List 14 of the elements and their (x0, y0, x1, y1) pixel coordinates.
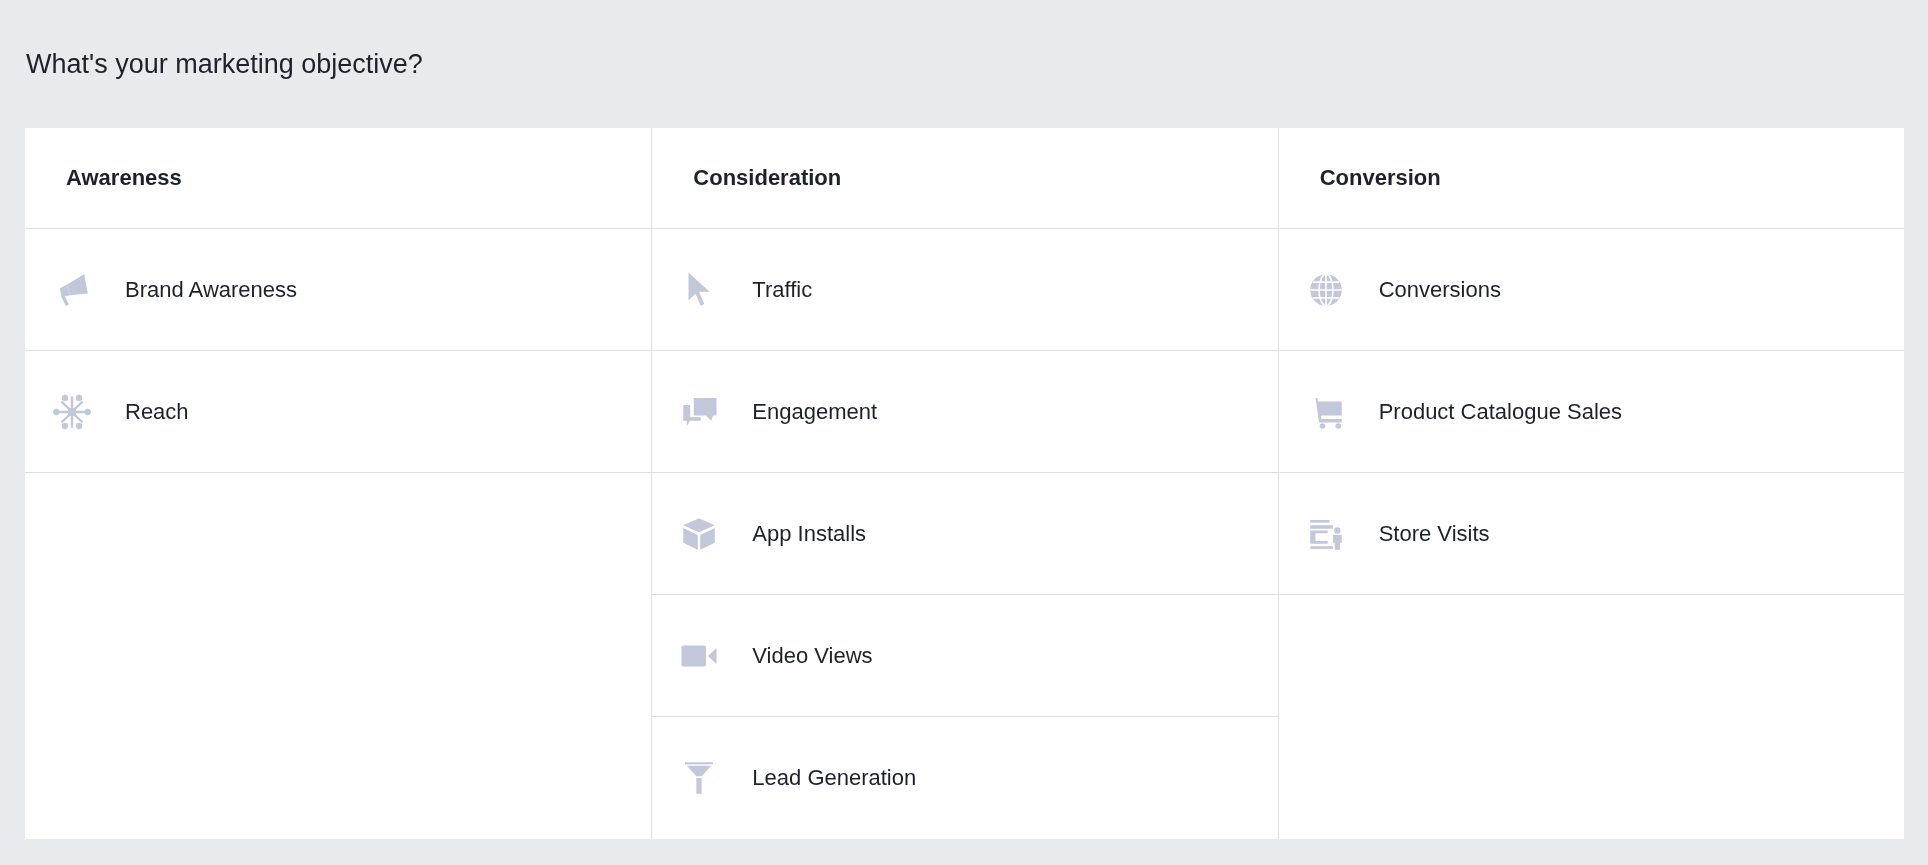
objective-option[interactable]: Engagement (652, 351, 1278, 473)
objective-option[interactable]: Brand Awareness (25, 229, 652, 351)
objective-option[interactable]: Reach (25, 351, 652, 473)
column-heading: Awareness (66, 165, 182, 191)
objective-option[interactable]: Store Visits (1278, 473, 1904, 595)
column-heading: Conversion (1319, 165, 1441, 191)
objective-option[interactable]: Lead Generation (652, 717, 1278, 839)
objective-option[interactable]: App Installs (652, 473, 1278, 595)
column-heading: Consideration (693, 165, 842, 191)
page-title: What's your marketing objective? (25, 48, 424, 81)
objective-option[interactable]: Video Views (652, 595, 1278, 717)
objective-option[interactable]: Product Catalogue Sales (1278, 351, 1904, 473)
objective-option[interactable]: Traffic (652, 229, 1278, 351)
objective-option[interactable]: Conversions (1278, 229, 1904, 351)
